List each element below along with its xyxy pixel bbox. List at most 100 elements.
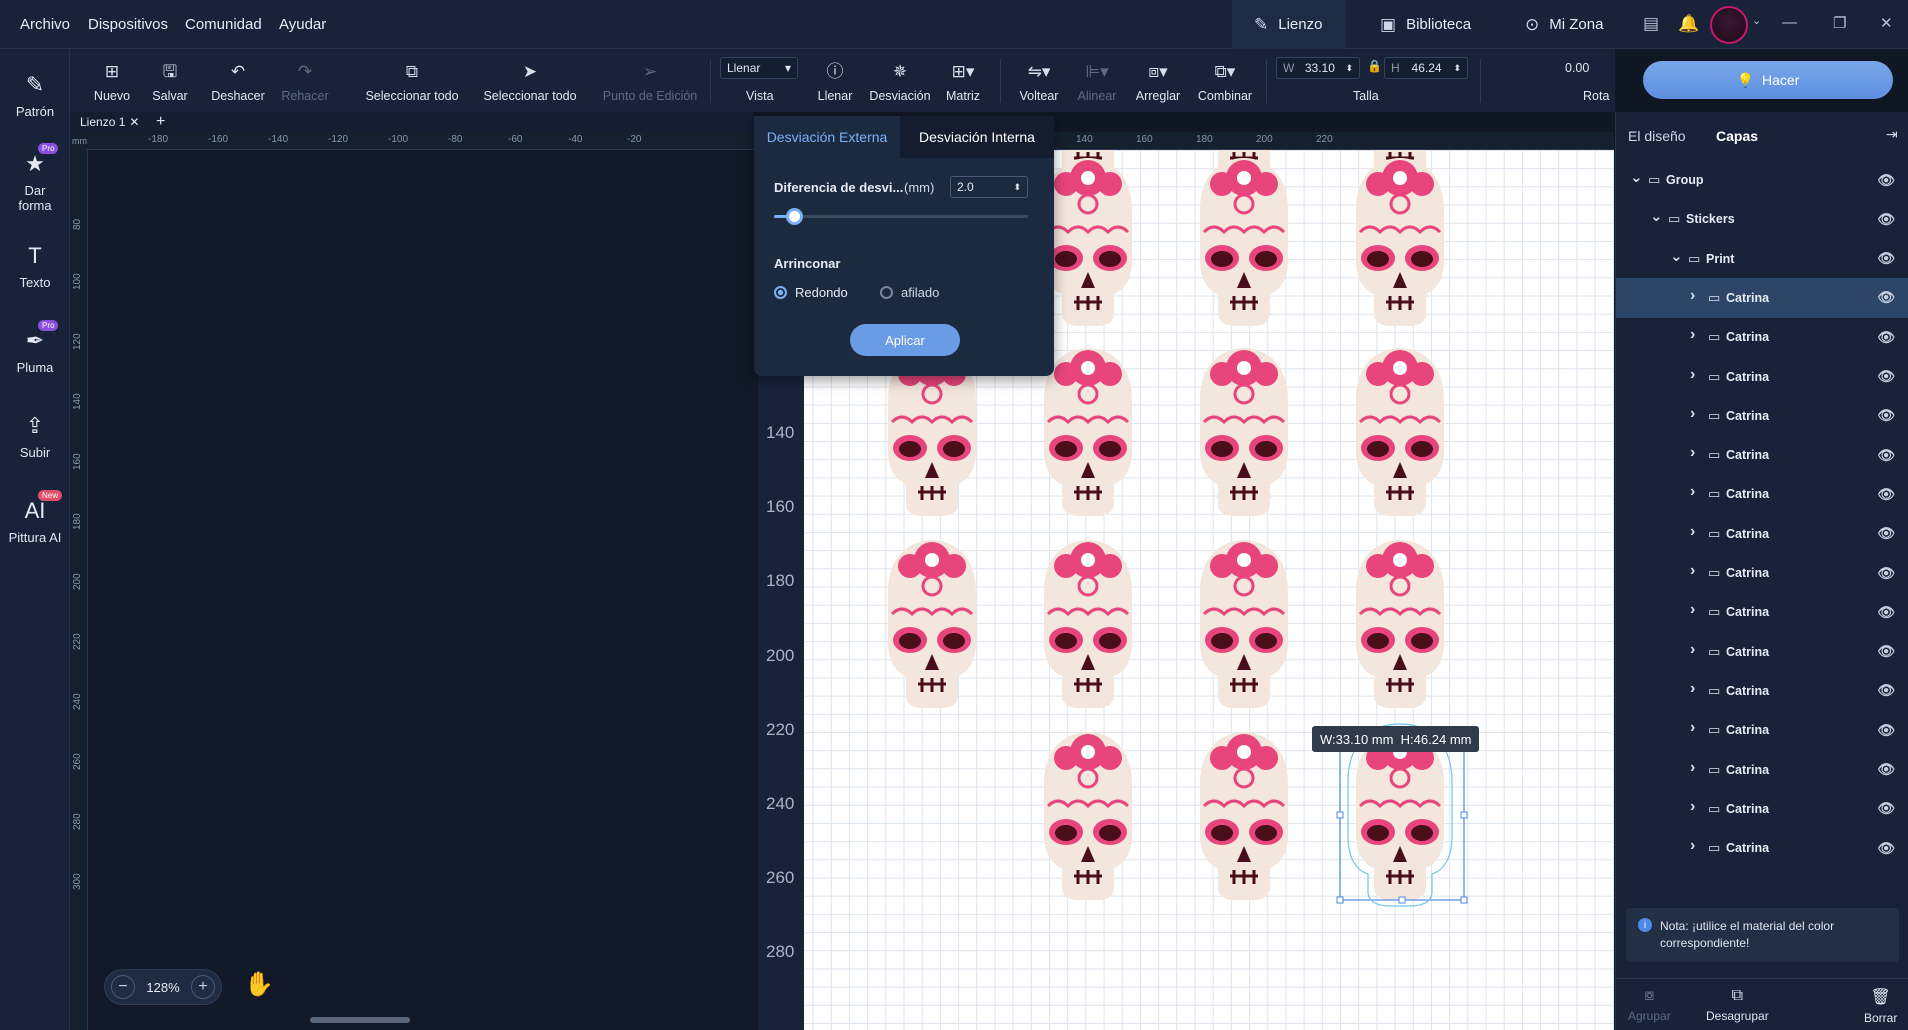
new-button[interactable]: ⊞ Nuevo [92, 49, 132, 112]
fill-button[interactable]: ⓘ Llenar [810, 49, 860, 112]
eye-icon[interactable]: 👁 [1877, 840, 1895, 857]
tab-mi-zona[interactable]: ⊙ Mi Zona [1503, 0, 1625, 49]
layer-row[interactable]: ⌄ ▭ Stickers 👁 [1616, 199, 1908, 239]
chevron-right-icon[interactable]: › [1690, 326, 1695, 344]
layer-row[interactable]: › ▭ Catrina 👁 [1616, 592, 1908, 632]
skull-sticker[interactable] [1200, 348, 1288, 516]
undo-button[interactable]: ↶ Deshacer [208, 49, 268, 112]
eye-icon[interactable]: 👁 [1877, 761, 1895, 778]
flip-button[interactable]: ⇋▾ Voltear [1014, 49, 1064, 112]
align-button[interactable]: ⊫▾ Alinear [1072, 49, 1122, 112]
menu-comunidad[interactable]: Comunidad [185, 16, 262, 33]
offset-slider-track[interactable] [774, 215, 1028, 218]
layer-row[interactable]: › ▭ Catrina 👁 [1616, 474, 1908, 514]
skull-sticker[interactable] [1356, 158, 1444, 326]
tab-biblioteca[interactable]: ▣ Biblioteca [1358, 0, 1493, 49]
eye-icon[interactable]: 👁 [1877, 211, 1895, 228]
make-button[interactable]: 💡 Hacer [1643, 61, 1893, 99]
chevron-right-icon[interactable]: › [1690, 719, 1695, 737]
skull-sticker[interactable] [1200, 158, 1288, 326]
sidebar-item-patron[interactable]: ✎ Patrón [0, 72, 70, 119]
add-tab-button[interactable]: + [156, 113, 165, 131]
eye-icon[interactable]: 👁 [1877, 368, 1895, 385]
eye-icon[interactable]: 👁 [1877, 565, 1895, 582]
chevron-right-icon[interactable]: › [1690, 641, 1695, 659]
select-all-button-2[interactable]: ➤ Seleccionar todo [470, 49, 590, 112]
eye-icon[interactable]: 👁 [1877, 447, 1895, 464]
combine-button[interactable]: ⧉▾ Combinar [1192, 49, 1258, 112]
layer-row[interactable]: › ▭ Catrina 👁 [1616, 671, 1908, 711]
layer-row[interactable]: › ▭ Catrina 👁 [1616, 396, 1908, 436]
sidebar-item-subir[interactable]: ⇪ Subir [0, 413, 70, 460]
chevron-down-icon[interactable]: ⌄ [1670, 247, 1683, 265]
sidebar-item-pittura-ai[interactable]: AI New Pittura AI [0, 490, 70, 545]
skull-sticker[interactable] [1200, 540, 1288, 708]
corner-sharp-radio[interactable]: afilado [880, 285, 939, 300]
ungroup-button[interactable]: ⧉ Desagrupar [1706, 987, 1769, 1023]
zoom-out-button[interactable]: − [111, 975, 135, 999]
layer-row[interactable]: ⌄ ▭ Group 👁 [1616, 160, 1908, 200]
chevron-right-icon[interactable]: › [1690, 562, 1695, 580]
delete-button[interactable]: 🗑 Borrar [1864, 987, 1897, 1025]
group-button[interactable]: ⧇ Agrupar [1628, 987, 1671, 1023]
menu-dispositivos[interactable]: Dispositivos [88, 16, 168, 33]
skull-sticker[interactable] [1044, 540, 1132, 708]
eye-icon[interactable]: 👁 [1877, 643, 1895, 660]
eye-icon[interactable]: 👁 [1877, 525, 1895, 542]
layer-row[interactable]: › ▭ Catrina 👁 [1616, 317, 1908, 357]
chevron-right-icon[interactable]: › [1690, 601, 1695, 619]
chevron-right-icon[interactable]: › [1690, 444, 1695, 462]
layer-row[interactable]: › ▭ Catrina 👁 [1616, 710, 1908, 750]
tab-offset-outer[interactable]: Desviación Externa [754, 116, 900, 158]
skull-sticker[interactable] [1356, 540, 1444, 708]
chevron-right-icon[interactable]: › [1690, 405, 1695, 423]
zoom-in-button[interactable]: + [191, 975, 215, 999]
tab-lienzo[interactable]: ✎ Lienzo [1232, 0, 1346, 49]
workspace-dark[interactable] [88, 150, 758, 1030]
rotation-field[interactable]: 0.00 [1565, 61, 1589, 75]
chevron-right-icon[interactable]: › [1690, 837, 1695, 855]
clipboard-icon[interactable]: ▤ [1643, 14, 1659, 34]
layer-row[interactable]: › ▭ Catrina 👁 [1616, 750, 1908, 790]
chevron-down-icon[interactable]: ⌄ [1630, 168, 1643, 186]
bell-icon[interactable]: 🔔 [1678, 14, 1699, 34]
close-icon[interactable]: ✕ [1880, 14, 1893, 32]
hand-pan-icon[interactable]: ✋ [244, 970, 274, 999]
tab-offset-inner[interactable]: Desviación Interna [900, 116, 1054, 158]
tab-lienzo-1[interactable]: Lienzo 1 ✕ [80, 115, 139, 129]
chevron-right-icon[interactable]: › [1690, 366, 1695, 384]
chevron-right-icon[interactable]: › [1690, 759, 1695, 777]
height-field[interactable]: H 46.24 ⬍ [1384, 57, 1468, 79]
layer-row[interactable]: › ▭ Catrina 👁 [1616, 828, 1908, 868]
menu-ayudar[interactable]: Ayudar [279, 16, 326, 33]
sidebar-item-pluma[interactable]: ✒ Pro Pluma [0, 320, 70, 375]
skull-sticker[interactable] [1044, 158, 1132, 326]
eye-icon[interactable]: 👁 [1877, 289, 1895, 306]
chevron-right-icon[interactable]: › [1690, 523, 1695, 541]
layer-row[interactable]: › ▭ Catrina 👁 [1616, 789, 1908, 829]
skull-sticker[interactable] [1200, 732, 1288, 900]
lock-ratio-icon[interactable]: 🔒 [1367, 59, 1382, 73]
skull-sticker[interactable] [1044, 732, 1132, 900]
stepper-icon[interactable]: ⬍ [1013, 182, 1021, 193]
horizontal-scrollbar[interactable] [310, 1017, 410, 1023]
offset-distance-input[interactable]: 2.0 ⬍ [950, 176, 1028, 198]
layer-row[interactable]: › ▭ Catrina 👁 [1616, 514, 1908, 554]
resize-handle[interactable] [1398, 896, 1406, 904]
matrix-button[interactable]: ⊞▾ Matriz [938, 49, 988, 112]
sidebar-item-dar-forma[interactable]: ★ Pro Dar forma [0, 143, 70, 213]
save-button[interactable]: 🖫 Salvar [150, 49, 190, 112]
width-field[interactable]: W 33.10 ⬍ [1276, 57, 1360, 79]
eye-icon[interactable]: 👁 [1877, 682, 1895, 699]
eye-icon[interactable]: 👁 [1877, 250, 1895, 267]
eye-icon[interactable]: 👁 [1877, 407, 1895, 424]
layer-row[interactable]: › ▭ Catrina 👁 [1616, 632, 1908, 672]
select-all-button[interactable]: ⧉ Seleccionar todo [352, 49, 472, 112]
redo-button[interactable]: ↷ Rehacer [280, 49, 330, 112]
eye-icon[interactable]: 👁 [1877, 329, 1895, 346]
chevron-down-icon[interactable]: ⌄ [1650, 207, 1663, 225]
avatar[interactable] [1710, 6, 1748, 44]
minimize-icon[interactable]: — [1782, 14, 1797, 31]
chevron-right-icon[interactable]: › [1690, 680, 1695, 698]
resize-handle[interactable] [1336, 811, 1344, 819]
